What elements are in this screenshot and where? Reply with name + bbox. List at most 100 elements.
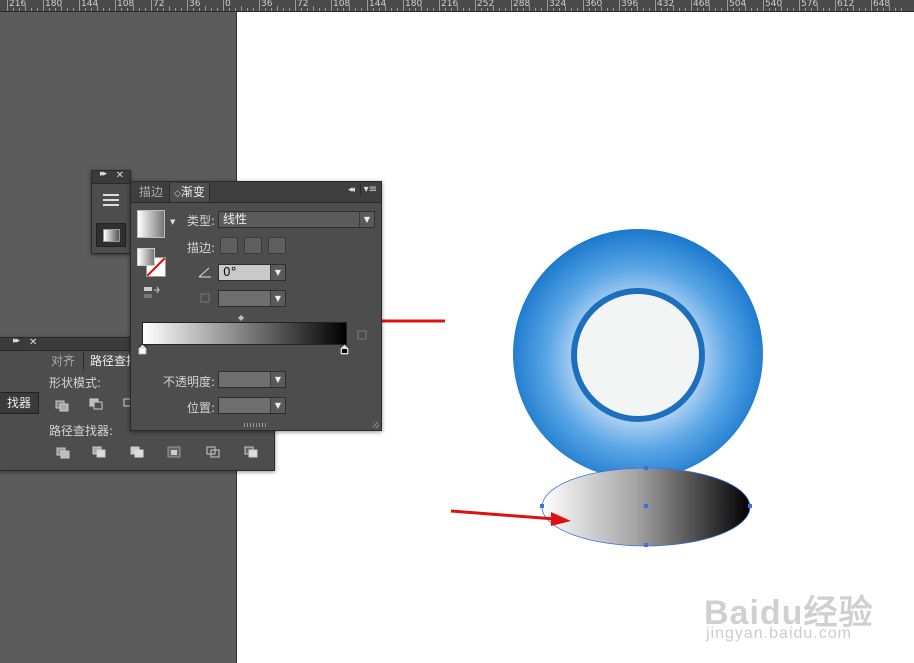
stroke-panel-icon[interactable] [103, 193, 119, 207]
ruler-minor-tick [19, 8, 20, 11]
ruler-minor-tick [337, 8, 338, 11]
ruler-minor-tick [505, 8, 506, 11]
aspect-ratio-icon [198, 292, 212, 304]
ruler-minor-tick [373, 8, 374, 11]
ruler-major-tick [331, 0, 332, 11]
collapse-icon[interactable]: ▸▸ [100, 169, 107, 179]
minus-back-icon[interactable] [244, 446, 259, 459]
ruler-label: 324 [549, 0, 567, 9]
ruler-label: 180 [405, 0, 423, 9]
ruler-major-tick [547, 0, 548, 11]
ruler-major-tick [475, 0, 476, 11]
ruler-label: 252 [477, 0, 495, 9]
panel-collapse-icon[interactable]: ◂◂ [348, 185, 355, 195]
ruler-minor-tick [841, 8, 842, 11]
shadow-ellipse[interactable] [540, 466, 752, 547]
ruler-major-tick [583, 0, 584, 11]
ruler-label: 540 [765, 0, 783, 9]
collapse-icon[interactable]: ▸▸ [13, 336, 20, 346]
ruler-minor-tick [631, 8, 632, 11]
ruler-minor-tick [379, 8, 380, 11]
trim-icon[interactable] [92, 446, 107, 459]
ruler-minor-tick [781, 6, 782, 11]
ruler-minor-tick [121, 8, 122, 11]
type-select[interactable]: 线性 ▼ [218, 211, 375, 228]
ruler-minor-tick [193, 8, 194, 11]
baidu-watermark: Baidu经验 jingyan.baidu.com [700, 577, 910, 647]
ruler-minor-tick [103, 8, 104, 11]
panel-menu-icon[interactable]: ▾≡ [359, 184, 377, 195]
gradient-stop-white[interactable] [137, 343, 148, 356]
ruler-minor-tick [397, 8, 398, 11]
angle-field[interactable]: 0° ▼ [218, 264, 286, 281]
ruler-minor-tick [157, 8, 158, 11]
position-field[interactable]: ▼ [218, 397, 286, 414]
ruler-major-tick [151, 0, 152, 11]
ruler-minor-tick [613, 8, 614, 11]
blue-sphere[interactable] [513, 229, 763, 479]
unite-icon[interactable] [55, 400, 70, 413]
ruler-minor-tick [571, 8, 572, 11]
stroke-along-icon[interactable] [244, 237, 262, 254]
tab-align[interactable]: 对齐 [45, 352, 81, 371]
ruler-major-tick [115, 0, 116, 11]
tab-stroke[interactable]: 描边 [133, 183, 169, 202]
ruler-minor-tick [565, 6, 566, 11]
fill-stroke-swatches[interactable] [137, 248, 167, 278]
red-arrow-to-ellipse [450, 509, 571, 526]
reverse-gradient-icon[interactable] [143, 286, 161, 301]
delete-stop-icon[interactable] [356, 328, 368, 340]
ruler-minor-tick [865, 8, 866, 11]
swatch-dropdown-icon[interactable]: ▼ [170, 218, 175, 226]
ruler-minor-tick [667, 8, 668, 11]
merge-icon[interactable] [130, 446, 145, 459]
close-icon[interactable]: ✕ [29, 337, 37, 348]
ruler-minor-tick [415, 8, 416, 11]
outline-icon[interactable] [206, 446, 221, 459]
ruler-minor-tick [889, 6, 890, 11]
ruler-minor-tick [829, 8, 830, 11]
gradient-slider[interactable] [142, 322, 347, 345]
ruler-minor-tick [217, 8, 218, 11]
ruler-major-tick [43, 0, 44, 11]
ruler-minor-tick [133, 6, 134, 11]
gradient-panel-icon[interactable] [96, 223, 126, 247]
ruler-minor-tick [847, 8, 848, 11]
ruler-minor-tick [523, 8, 524, 11]
ruler-minor-tick [877, 8, 878, 11]
ruler-major-tick [403, 0, 404, 11]
gradient-preview-swatch[interactable] [137, 210, 165, 238]
minus-front-icon[interactable] [89, 398, 104, 411]
aspect-ratio-field[interactable]: ▼ [218, 290, 286, 307]
panel-corner-grip[interactable] [373, 422, 379, 428]
close-icon[interactable]: ✕ [116, 170, 124, 181]
opacity-field[interactable]: ▼ [218, 371, 286, 388]
ruler-minor-tick [433, 8, 434, 11]
crop-icon[interactable] [167, 446, 182, 459]
ruler-minor-tick [859, 8, 860, 11]
ruler-minor-tick [793, 8, 794, 11]
ruler-minor-tick [601, 6, 602, 11]
panel-resize-grip[interactable] [244, 423, 266, 427]
ruler-minor-tick [241, 6, 242, 11]
stroke-within-icon[interactable] [220, 237, 238, 254]
tab-gradient[interactable]: ◇渐变 [169, 183, 210, 202]
gradient-stop-black[interactable] [339, 343, 350, 356]
ruler-minor-tick [679, 8, 680, 11]
ruler-minor-tick [343, 8, 344, 11]
ruler-label: 432 [657, 0, 675, 9]
stroke-label: 描边: [187, 241, 216, 255]
ruler-minor-tick [637, 6, 638, 11]
ruler-minor-tick [709, 6, 710, 11]
ruler-minor-tick [31, 8, 32, 11]
mini-tool-panel: ▸▸ ✕ [91, 169, 131, 254]
stroke-across-icon[interactable] [268, 237, 286, 254]
gradient-midpoint-diamond[interactable]: ◆ [238, 313, 244, 322]
ruler-minor-tick [757, 8, 758, 11]
ruler-minor-tick [61, 6, 62, 11]
ruler-minor-tick [739, 8, 740, 11]
divide-icon[interactable] [56, 447, 71, 460]
partial-button[interactable]: 找器 [0, 392, 39, 414]
ruler-minor-tick [355, 8, 356, 11]
ruler-minor-tick [175, 8, 176, 11]
